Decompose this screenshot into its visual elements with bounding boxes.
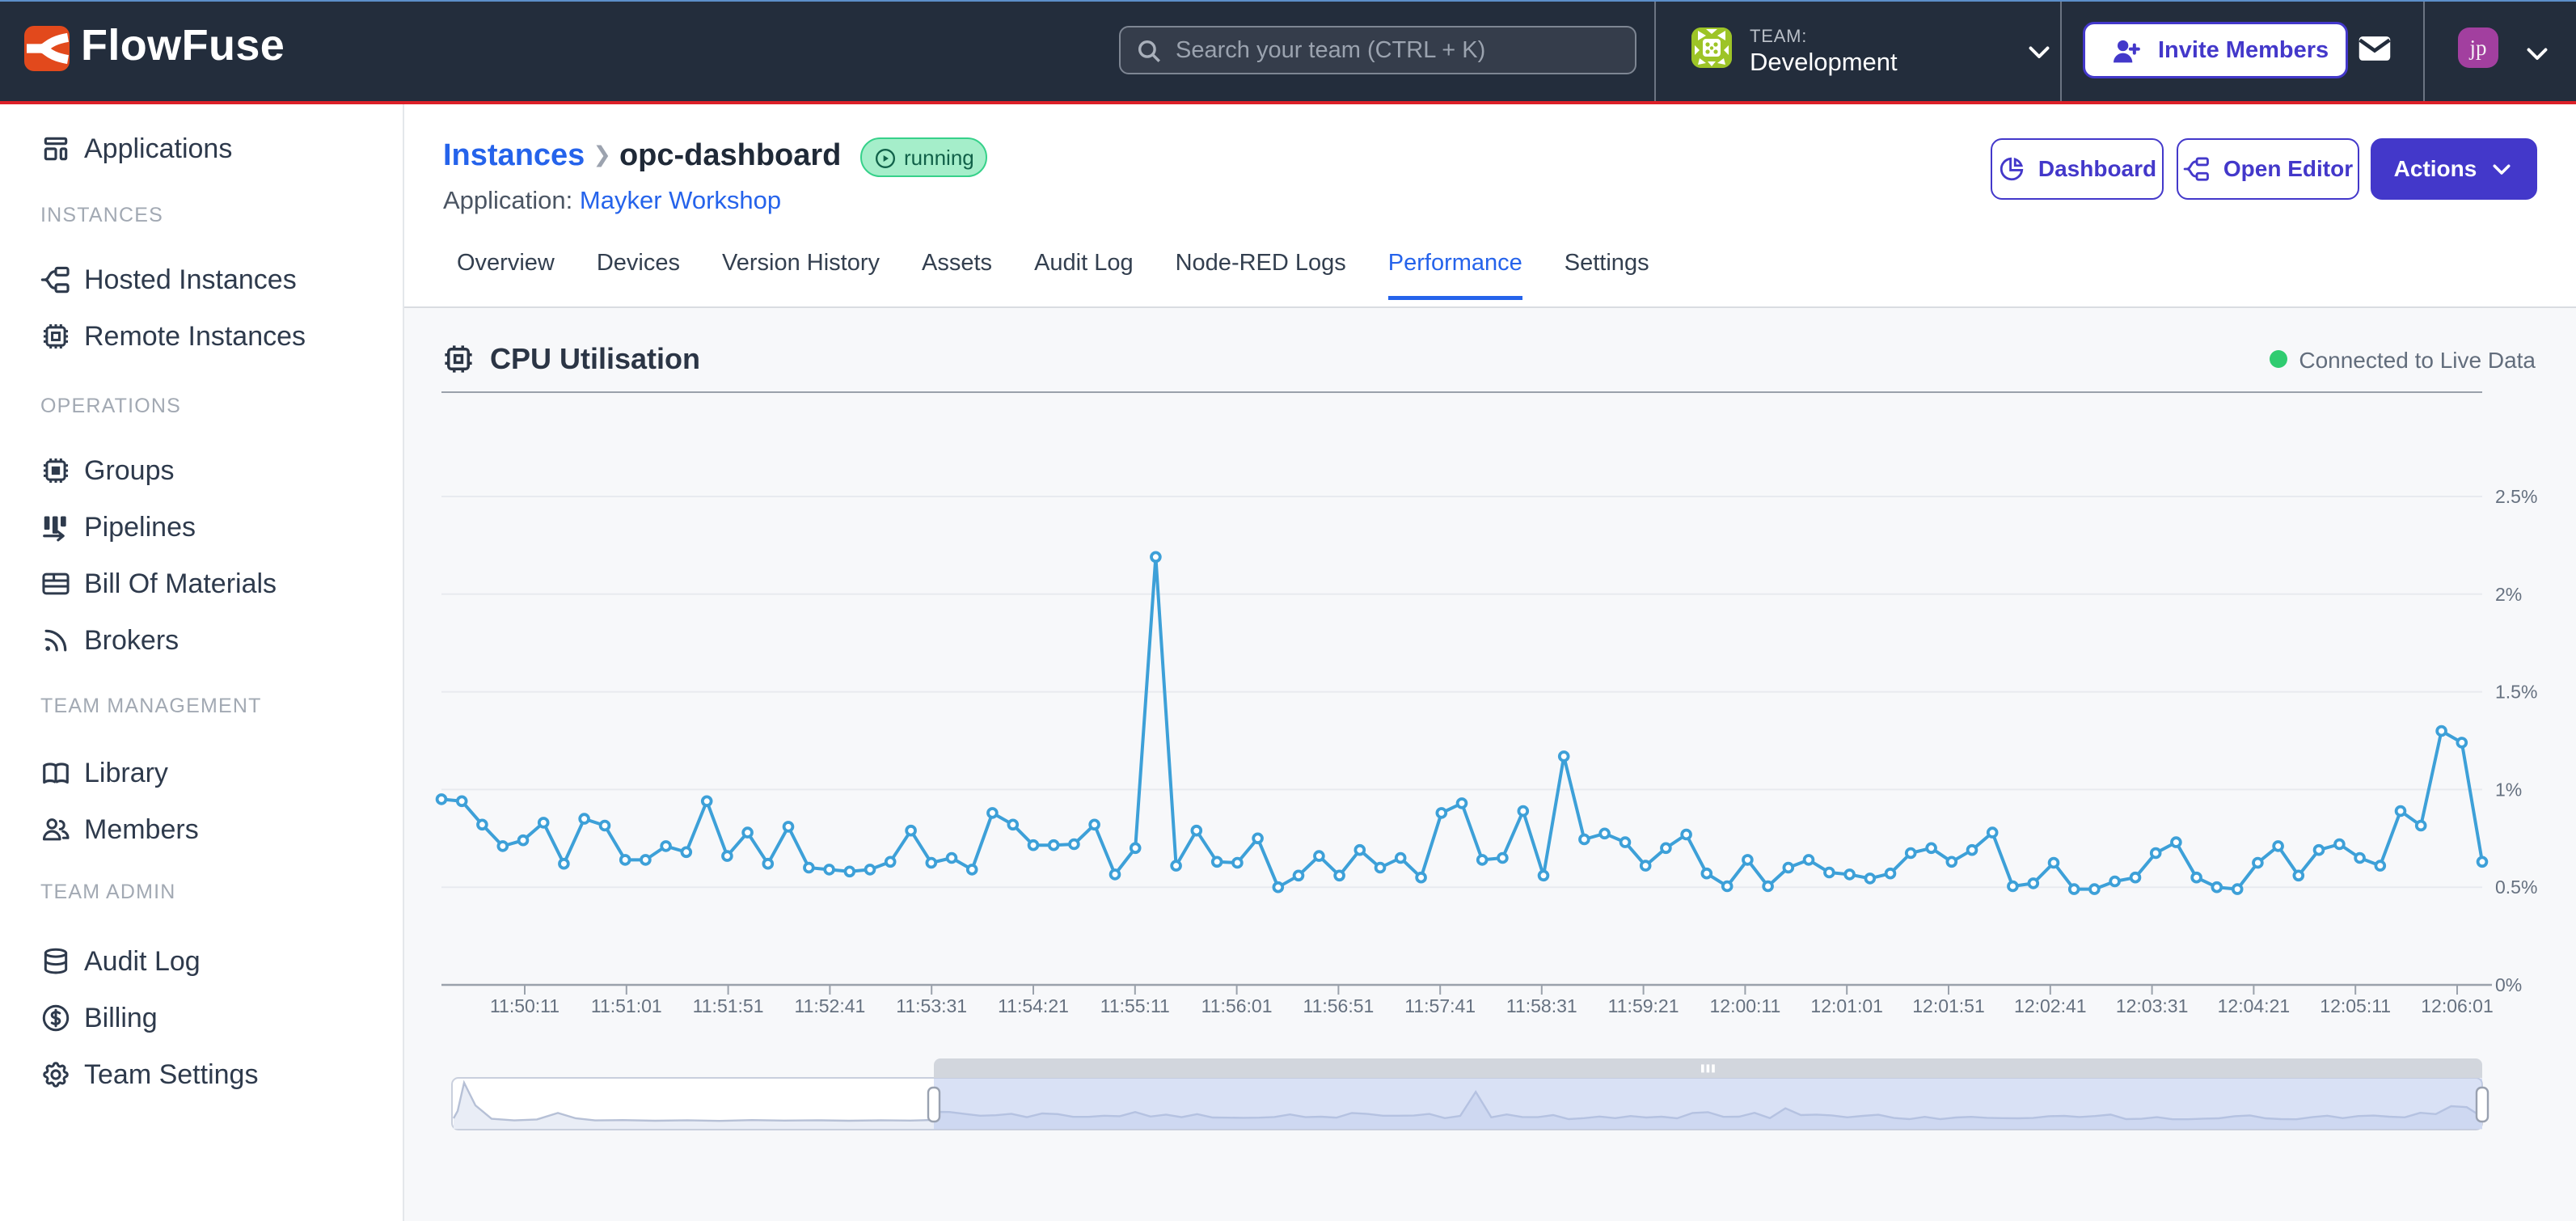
svg-text:12:05:11: 12:05:11	[2320, 995, 2391, 1016]
svg-text:0%: 0%	[2495, 974, 2522, 995]
svg-text:2%: 2%	[2495, 584, 2522, 605]
svg-text:12:04:21: 12:04:21	[2218, 995, 2291, 1016]
svg-text:2.5%: 2.5%	[2495, 486, 2537, 507]
svg-text:11:51:51: 11:51:51	[693, 995, 764, 1016]
svg-text:11:56:51: 11:56:51	[1303, 995, 1374, 1016]
svg-text:1.5%: 1.5%	[2495, 682, 2537, 703]
svg-text:11:59:21: 11:59:21	[1608, 995, 1679, 1016]
svg-text:11:52:41: 11:52:41	[794, 995, 865, 1016]
svg-text:11:55:11: 11:55:11	[1100, 995, 1170, 1016]
svg-text:12:01:51: 12:01:51	[1912, 995, 1985, 1016]
svg-text:11:51:01: 11:51:01	[591, 995, 662, 1016]
svg-text:0.5%: 0.5%	[2495, 877, 2537, 898]
svg-text:11:56:01: 11:56:01	[1201, 995, 1273, 1016]
svg-text:11:57:41: 11:57:41	[1404, 995, 1476, 1016]
svg-text:12:01:01: 12:01:01	[1810, 995, 1883, 1016]
svg-text:11:50:11: 11:50:11	[490, 995, 560, 1016]
svg-text:12:06:01: 12:06:01	[2421, 995, 2494, 1016]
svg-text:12:00:11: 12:00:11	[1709, 995, 1780, 1016]
svg-text:11:58:31: 11:58:31	[1506, 995, 1577, 1016]
svg-text:12:02:41: 12:02:41	[2014, 995, 2087, 1016]
svg-text:11:53:31: 11:53:31	[896, 995, 967, 1016]
svg-text:1%: 1%	[2495, 779, 2522, 800]
svg-text:12:03:31: 12:03:31	[2116, 995, 2189, 1016]
svg-text:11:54:21: 11:54:21	[998, 995, 1069, 1016]
